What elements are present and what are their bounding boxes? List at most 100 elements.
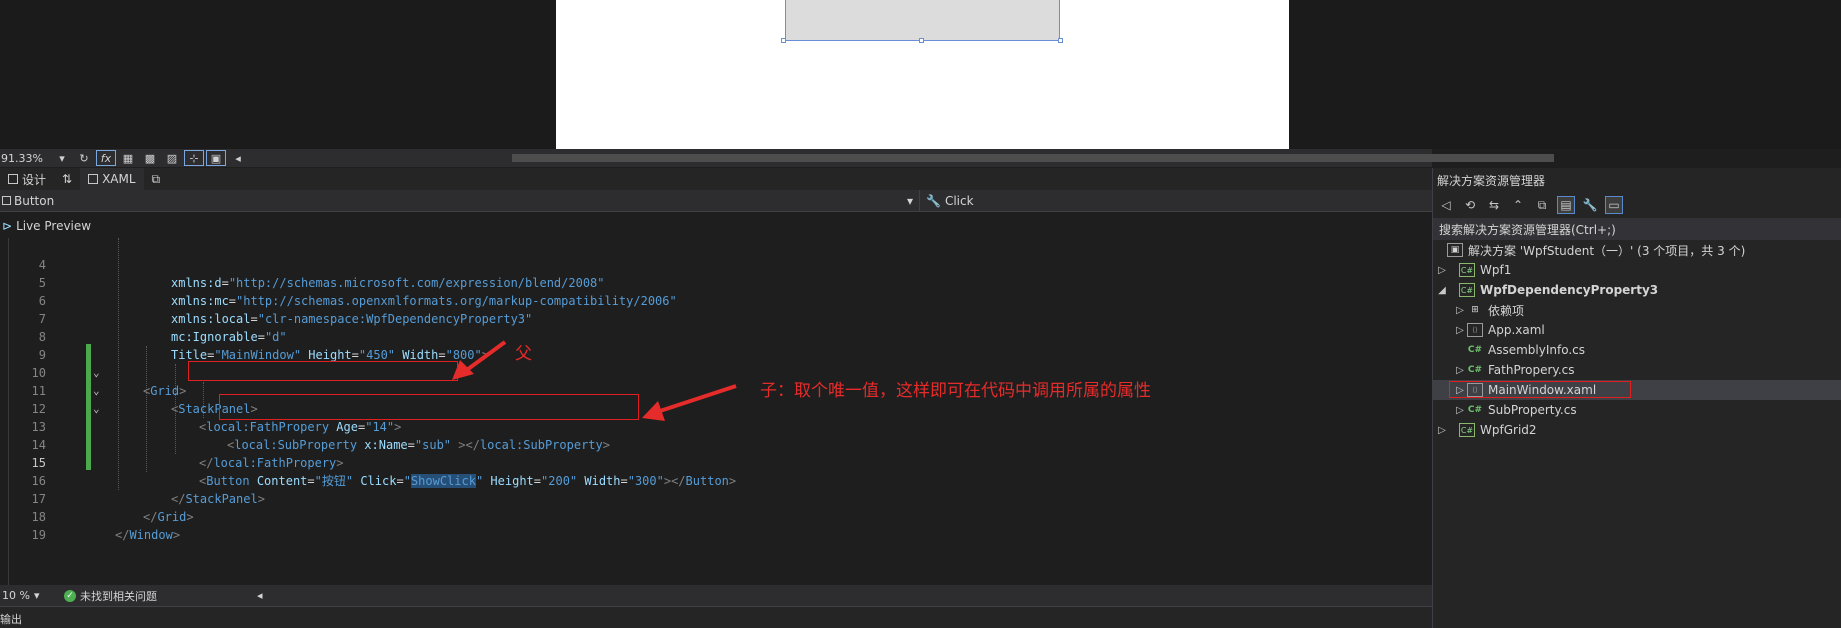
tree-item-mainwindow-xaml[interactable]: ▷ ⟨⟩ MainWindow.xaml [1433,380,1841,400]
code-line[interactable]: 5 xmlns:mc="http://schemas.openxmlformat… [0,256,1432,308]
code-navigation-bar: Button ▾ 🔧 Click [0,190,1432,212]
checker-icon[interactable]: ▨ [162,150,182,166]
tree-item-label: FathPropery.cs [1488,363,1575,377]
tree-item-wpfdependencyproperty3[interactable]: ◢ C# WpfDependencyProperty3 [1433,280,1841,300]
tree-item-label: WpfDependencyProperty3 [1480,283,1659,297]
tree-item-wpfgrid2[interactable]: ▷ C# WpfGrid2 [1433,420,1841,440]
dropdown-arrow-icon[interactable]: ▾ [34,589,64,602]
code-line[interactable]: 6 xmlns:local="clr-namespace:WpfDependen… [0,274,1432,326]
tab-xaml-label: XAML [102,172,136,186]
tree-item-fathpropery[interactable]: ▷ C# FathPropery.cs [1433,360,1841,380]
editor-status-bar: 10 % ▾ ✓ 未找到相关问题 ◂ [0,585,1432,606]
xaml-designer-surface[interactable] [0,0,1841,149]
solution-explorer-toolbar: ◁ ⟲ ⇆ ⌃ ⧉ ▤ 🔧 ▭ [1433,192,1841,218]
child-annotation: 子：取个唯一值，这样即可在代码中调用所属的属性 [760,381,1151,401]
collapse-arrow-icon[interactable]: ◢ [1435,285,1449,296]
child-arrow-icon [642,384,737,421]
tree-item-wpf1[interactable]: ▷ C# Wpf1 [1433,260,1841,280]
bracket: > [172,528,181,542]
view-tabs: 设计 ⇅ XAML ⧉ [0,168,1432,190]
issues-status[interactable]: 未找到相关问题 [80,588,157,604]
selected-button-adorner[interactable] [785,0,1060,41]
parent-highlight-box [188,361,458,381]
xaml-file-icon: ⟨⟩ [1467,323,1483,337]
event-name: Click [944,193,974,208]
solution-tree: ▣ 解决方案 'WpfStudent（一）' (3 个项目，共 3 个) ▷ C… [1433,240,1841,440]
code-line[interactable]: 15 <Button Content="按钮" Click="ShowClick… [0,436,1432,488]
xaml-code-editor[interactable]: 4 xmlns:d="http://schemas.microsoft.com/… [0,238,1432,585]
fx-effects-button[interactable]: fx [96,150,116,166]
expand-arrow-icon[interactable]: ▷ [1435,265,1449,276]
grid-icon[interactable]: ▦ [118,150,138,166]
editor-zoom[interactable]: 10 % [0,589,34,602]
tree-item-label: AssemblyInfo.cs [1488,343,1586,357]
expand-arrow-icon[interactable]: ▷ [1453,405,1467,416]
copy-icon[interactable]: ⧉ [1533,196,1551,214]
code-line[interactable]: 9 ⌄ <Grid> [0,328,1432,398]
preview-icon[interactable]: ▭ [1605,196,1623,214]
dropdown-arrow-icon[interactable]: ▾ [52,150,72,166]
expand-arrow-icon[interactable]: ▷ [1453,305,1467,316]
tree-item-dependencies[interactable]: ▷ ⊞ 依赖项 [1433,300,1841,320]
collapse-all-icon[interactable]: ⌃ [1509,196,1527,214]
horizontal-scrollbar[interactable] [512,154,1554,162]
popout-icon[interactable]: ⧉ [144,168,169,190]
tree-item-subproperty[interactable]: ▷ C# SubProperty.cs [1433,400,1841,420]
chevron-down-icon: ▾ [906,193,913,208]
resize-handle[interactable] [781,38,786,43]
code-line[interactable]: 16 </StackPanel> [0,454,1432,506]
visual-studio-window: 91.33% ▾ ↻ fx ▦ ▩ ▨ ⊹ ▣ ◂ 设计 ⇅ XAML ⧉ Bu… [0,0,1841,628]
tree-item-assemblyinfo[interactable]: C# AssemblyInfo.cs [1433,340,1841,360]
event-dropdown[interactable]: 🔧 Click [920,194,974,208]
expand-arrow-icon[interactable]: ▷ [1435,425,1449,436]
design-icon [8,174,18,184]
code-line[interactable]: 7 mc:Ignorable="d" [0,292,1432,344]
tree-item-label: WpfGrid2 [1480,423,1537,437]
output-panel-tab[interactable]: 输出 [0,606,1432,628]
zoom-level[interactable]: 91.33% [0,152,52,165]
scroll-left-icon[interactable]: ◂ [257,589,263,602]
collapse-left-icon[interactable]: ◂ [228,150,248,166]
expand-arrow-icon[interactable]: ▷ [1453,365,1467,376]
tab-xaml[interactable]: XAML [80,168,144,190]
element-name: Button [14,193,55,208]
tab-design[interactable]: 设计 [0,168,54,190]
live-preview-bar[interactable]: ⊳ Live Preview [0,214,1432,238]
tree-item-label: Wpf1 [1480,263,1512,277]
properties-wrench-icon[interactable]: 🔧 [1581,196,1599,214]
csharp-file-icon: C# [1467,365,1483,375]
resize-handle[interactable] [919,38,924,43]
tree-item-label: SubProperty.cs [1488,403,1577,417]
code-line[interactable]: 17 </Grid> [0,472,1432,524]
check-icon: ✓ [64,589,76,602]
code-line[interactable]: 4 xmlns:d="http://schemas.microsoft.com/… [0,238,1432,290]
snap-lines-icon[interactable]: ⊹ [184,150,204,166]
sync-icon[interactable]: ⇆ [1485,196,1503,214]
code-line[interactable]: 8 Title="MainWindow" Height="450" Width=… [0,310,1432,362]
refresh-icon[interactable]: ↻ [74,150,94,166]
xaml-icon [88,174,99,184]
tree-item-solution[interactable]: ▣ 解决方案 'WpfStudent（一）' (3 个项目，共 3 个) [1433,240,1841,260]
code-line[interactable]: 19 [0,508,1432,542]
solution-icon: ▣ [1447,243,1463,257]
solution-search-input[interactable]: 搜索解决方案资源管理器(Ctrl+;) [1433,218,1841,240]
tag-name: Window [129,528,173,542]
code-text: </Window> [115,526,180,544]
fx-label: fx [100,151,112,165]
live-preview-label: Live Preview [16,219,92,233]
history-icon[interactable]: ⟲ [1461,196,1479,214]
swap-panes-icon[interactable]: ⇅ [54,168,80,190]
parent-arrow-icon [452,340,507,380]
snap-grid-icon[interactable]: ▩ [140,150,160,166]
show-all-files-icon[interactable]: ▤ [1557,196,1575,214]
tab-design-label: 设计 [22,172,47,187]
csharp-file-icon: C# [1467,405,1483,415]
code-line[interactable]: 18 </Window> [0,490,1432,542]
back-icon[interactable]: ◁ [1437,196,1455,214]
expand-arrow-icon[interactable]: ▷ [1453,325,1467,336]
resize-handle[interactable] [1058,38,1063,43]
tree-item-app-xaml[interactable]: ▷ ⟨⟩ App.xaml [1433,320,1841,340]
element-dropdown[interactable]: Button ▾ [0,190,920,211]
line-number: 19 [31,528,46,542]
device-icon[interactable]: ▣ [206,150,226,166]
